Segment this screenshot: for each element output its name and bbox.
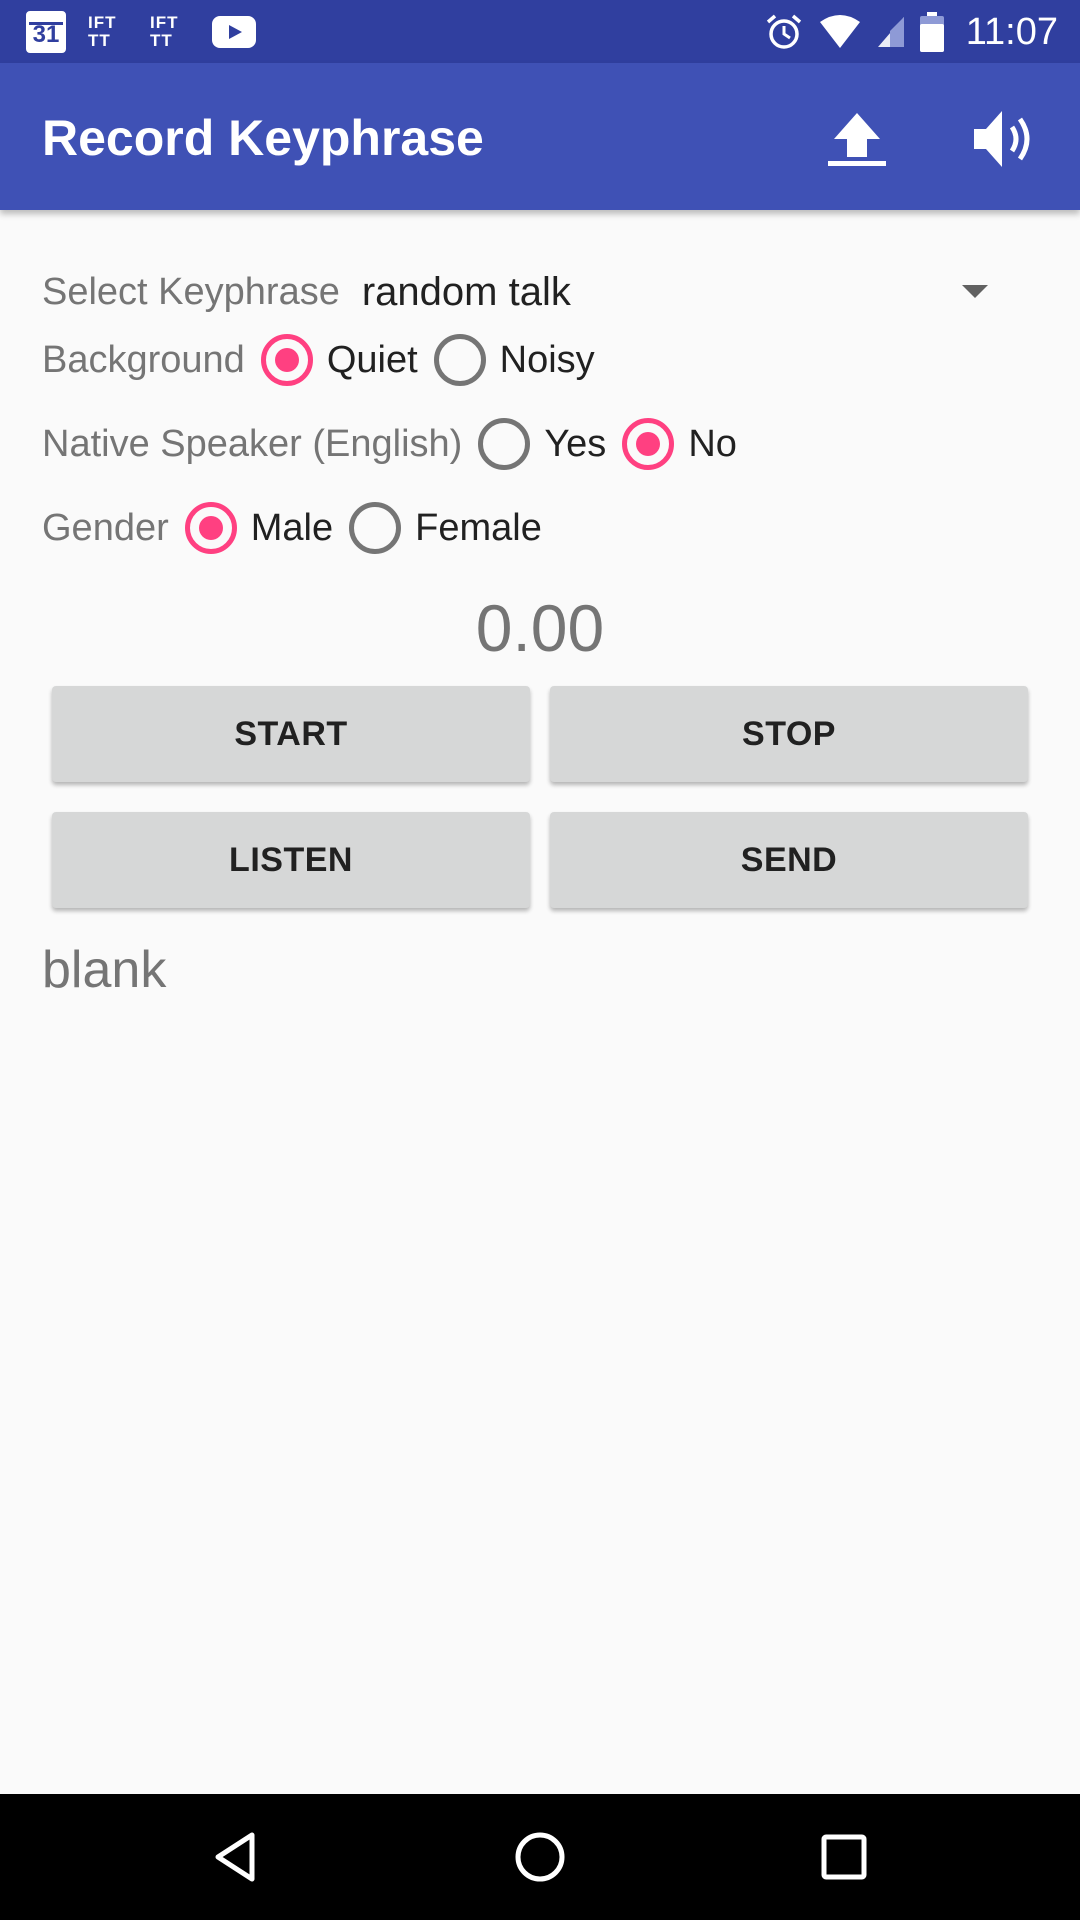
radio-female-label: Female bbox=[415, 506, 542, 549]
navigation-bar bbox=[0, 1794, 1080, 1920]
radio-noisy[interactable]: Noisy bbox=[433, 334, 595, 386]
timer-display: 0.00 bbox=[475, 591, 605, 665]
background-label: Background bbox=[42, 338, 245, 381]
radio-male[interactable]: Male bbox=[184, 502, 334, 554]
back-icon[interactable] bbox=[206, 1827, 266, 1887]
clock: 11:07 bbox=[965, 10, 1058, 53]
radio-checked-icon bbox=[622, 418, 675, 470]
ifttt-icon: IFT TT bbox=[88, 11, 128, 53]
radio-yes[interactable]: Yes bbox=[478, 418, 606, 470]
dropdown-arrow-icon[interactable] bbox=[962, 285, 988, 298]
radio-quiet-label: Quiet bbox=[326, 338, 418, 381]
status-bar: 31 IFT TT IFT TT 11:07 bbox=[0, 0, 1080, 63]
ifttt-text-bottom: TT bbox=[88, 31, 111, 50]
background-row: Background Quiet Noisy bbox=[42, 330, 595, 390]
radio-yes-label: Yes bbox=[544, 422, 607, 465]
radio-no[interactable]: No bbox=[622, 418, 737, 470]
send-button[interactable]: SEND bbox=[550, 812, 1028, 908]
radio-checked-icon bbox=[260, 334, 313, 386]
gender-row: Gender Male Female bbox=[42, 498, 542, 558]
listen-button[interactable]: LISTEN bbox=[52, 812, 530, 908]
upload-icon bbox=[828, 113, 886, 166]
keyphrase-spinner[interactable]: random talk bbox=[362, 270, 571, 315]
volume-button[interactable] bbox=[966, 101, 1044, 177]
system-icons: 11:07 bbox=[764, 8, 1058, 56]
native-speaker-label: Native Speaker (English) bbox=[42, 422, 463, 465]
calendar-day: 31 bbox=[32, 21, 60, 48]
start-button[interactable]: START bbox=[52, 686, 530, 782]
home-icon[interactable] bbox=[510, 1827, 570, 1887]
page-title: Record Keyphrase bbox=[42, 110, 484, 166]
youtube-icon bbox=[212, 16, 256, 48]
app-bar: Record Keyphrase bbox=[0, 63, 1080, 210]
radio-checked-icon bbox=[184, 502, 237, 554]
wifi-icon bbox=[819, 15, 860, 48]
ifttt-text-top: IFT bbox=[150, 13, 179, 32]
gender-label: Gender bbox=[42, 506, 169, 549]
stop-button[interactable]: STOP bbox=[550, 686, 1028, 782]
radio-quiet[interactable]: Quiet bbox=[260, 334, 418, 386]
radio-unchecked-icon bbox=[478, 418, 531, 470]
volume-icon bbox=[974, 111, 1030, 167]
battery-icon bbox=[919, 12, 944, 52]
radio-noisy-label: Noisy bbox=[499, 338, 595, 381]
notification-icons: 31 IFT TT IFT TT bbox=[26, 10, 256, 54]
ifttt-icon: IFT TT bbox=[150, 11, 190, 53]
ifttt-text-top: IFT bbox=[88, 13, 117, 32]
recents-icon[interactable] bbox=[814, 1827, 874, 1887]
keyphrase-row: Select Keyphrase random talk bbox=[42, 262, 571, 322]
native-speaker-row: Native Speaker (English) Yes No bbox=[42, 414, 737, 474]
radio-female[interactable]: Female bbox=[349, 502, 542, 554]
result-text: blank bbox=[42, 941, 167, 999]
signal-icon bbox=[877, 17, 904, 47]
calendar-icon: 31 bbox=[26, 11, 66, 53]
upload-button[interactable] bbox=[820, 103, 894, 177]
keyphrase-label: Select Keyphrase bbox=[42, 270, 340, 313]
radio-no-label: No bbox=[688, 422, 737, 465]
radio-unchecked-icon bbox=[433, 334, 486, 386]
radio-male-label: Male bbox=[250, 506, 334, 549]
ifttt-text-bottom: TT bbox=[150, 31, 173, 50]
alarm-icon bbox=[766, 14, 801, 49]
radio-unchecked-icon bbox=[349, 502, 402, 554]
